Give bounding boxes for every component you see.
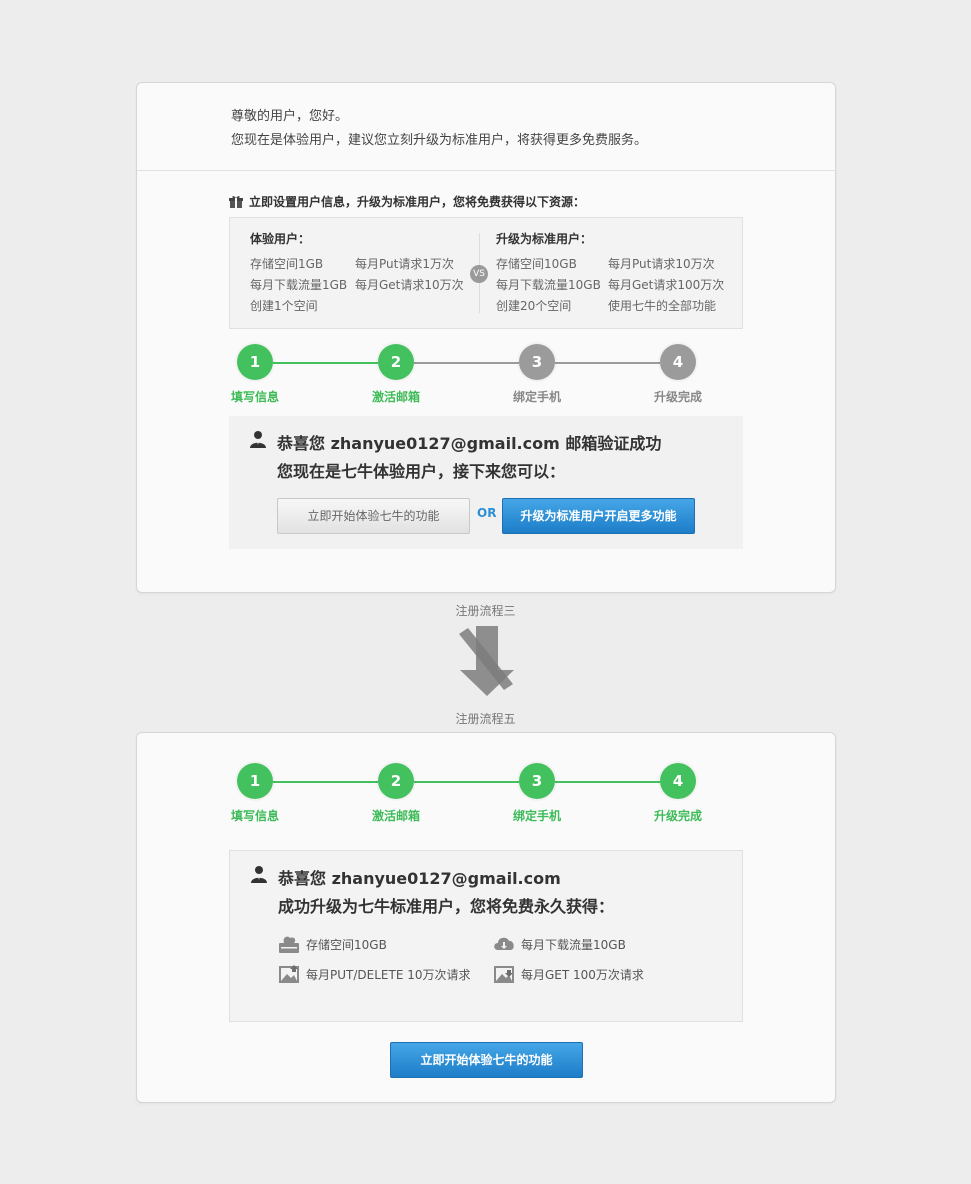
step-2-circle: 2 xyxy=(378,763,414,799)
cloud-download-icon xyxy=(494,937,514,950)
step-4-label: 升级完成 xyxy=(653,390,702,404)
step-3-label: 绑定手机 xyxy=(512,809,561,823)
user-icon xyxy=(251,866,267,883)
vs-badge: VS xyxy=(470,265,488,283)
or-label: OR xyxy=(477,506,497,520)
step-progress: 1 填写信息 2 激活邮箱 3 绑定手机 4 升级完成 xyxy=(231,344,737,404)
standard-item: 每月下载流量10GB xyxy=(496,278,601,292)
start-trial-button[interactable]: 立即开始体验七牛的功能 xyxy=(277,498,470,534)
benefit-text: 每月PUT/DELETE 10万次请求 xyxy=(306,967,471,982)
step-connector xyxy=(555,781,660,783)
storage-icon xyxy=(279,936,299,953)
promo-title-text: 立即设置用户信息，升级为标准用户，您将免费获得以下资源： xyxy=(249,195,586,209)
standard-plan-heading: 升级为标准用户： xyxy=(496,232,593,246)
upgrade-complete-card: 1 填写信息 2 激活邮箱 3 绑定手机 4 升级完成 恭喜您 zhanyue0127@gma… xyxy=(136,732,836,1103)
step-3-circle: 3 xyxy=(519,763,555,799)
benefit-item: 存储空间10GB xyxy=(278,933,387,955)
success-panel: 恭喜您 zhanyue0127@gmail.com 邮箱验证成功 您现在是七牛体… xyxy=(229,416,743,549)
step-4-circle: 4 xyxy=(660,763,696,799)
step-connector xyxy=(414,781,519,783)
step-1-label: 填写信息 xyxy=(230,390,279,404)
standard-item: 每月Get请求100万次 xyxy=(608,278,725,292)
greeting: 尊敬的用户，您好。 您现在是体验用户，建议您立刻升级为标准用户，将获得更多免费服… xyxy=(231,105,647,153)
step-2-label: 激活邮箱 xyxy=(371,390,420,404)
plan-comparison: 体验用户： 存储空间1GB 每月Put请求1万次 每月下载流量1GB 每月Get… xyxy=(229,217,743,329)
step-1-circle: 1 xyxy=(237,344,273,380)
benefit-item: 每月GET 100万次请求 xyxy=(493,963,644,985)
step-2-circle: 2 xyxy=(378,344,414,380)
down-arrow-icon xyxy=(459,626,514,696)
image-upload-icon xyxy=(279,965,299,983)
benefit-item: 每月下载流量10GB xyxy=(493,933,626,955)
standard-item: 创建20个空间 xyxy=(496,299,572,313)
next-step-message: 您现在是七牛体验用户，接下来您可以： xyxy=(277,462,566,481)
step-connector xyxy=(555,362,660,364)
trial-item: 创建1个空间 xyxy=(250,299,318,313)
standard-item: 每月Put请求10万次 xyxy=(608,257,715,271)
trial-item: 存储空间1GB xyxy=(250,257,324,271)
benefit-item: 每月PUT/DELETE 10万次请求 xyxy=(278,963,470,985)
image-download-icon xyxy=(494,966,514,983)
step-4-circle: 4 xyxy=(660,344,696,380)
greeting-line-1: 尊敬的用户，您好。 xyxy=(231,109,349,124)
greeting-line-2: 您现在是体验用户，建议您立刻升级为标准用户，将获得更多免费服务。 xyxy=(231,133,648,148)
promo-title: 立即设置用户信息，升级为标准用户，您将免费获得以下资源： xyxy=(229,193,585,210)
benefit-text: 存储空间10GB xyxy=(306,937,387,952)
standard-item: 使用七牛的全部功能 xyxy=(608,299,717,313)
benefit-text: 每月下载流量10GB xyxy=(521,937,626,952)
step-1-label: 填写信息 xyxy=(230,809,279,823)
divider xyxy=(137,170,835,171)
gift-icon xyxy=(229,195,243,208)
step-progress: 1 填写信息 2 激活邮箱 3 绑定手机 4 升级完成 xyxy=(231,763,737,823)
standard-item: 存储空间10GB xyxy=(496,257,577,271)
upgrade-success-panel: 恭喜您 zhanyue0127@gmail.com 成功升级为七牛标准用户，您将… xyxy=(229,850,743,1022)
step-connector xyxy=(414,362,519,364)
start-using-button[interactable]: 立即开始体验七牛的功能 xyxy=(390,1042,583,1078)
trial-plan: 体验用户： 存储空间1GB 每月Put请求1万次 每月下载流量1GB 每月Get… xyxy=(250,230,465,315)
trial-item: 每月下载流量1GB xyxy=(250,278,348,292)
success-message: 恭喜您 zhanyue0127@gmail.com 邮箱验证成功 xyxy=(277,434,662,453)
step-3-label: 绑定手机 xyxy=(512,390,561,404)
success-message: 恭喜您 zhanyue0127@gmail.com xyxy=(278,869,561,888)
step-3-circle: 3 xyxy=(519,344,555,380)
trial-plan-heading: 体验用户： xyxy=(250,232,311,246)
flow-label-to: 注册流程五 xyxy=(455,712,516,726)
trial-item: 每月Get请求10万次 xyxy=(355,278,464,292)
step-2-label: 激活邮箱 xyxy=(371,809,420,823)
standard-plan: 升级为标准用户： 存储空间10GB 每月Put请求10万次 每月下载流量10GB… xyxy=(496,230,728,315)
trial-item: 每月Put请求1万次 xyxy=(355,257,454,271)
benefit-text: 每月GET 100万次请求 xyxy=(521,967,644,982)
upgrade-card: 尊敬的用户，您好。 您现在是体验用户，建议您立刻升级为标准用户，将获得更多免费服… xyxy=(136,82,836,593)
step-4-label: 升级完成 xyxy=(653,809,702,823)
step-connector xyxy=(273,781,378,783)
step-connector xyxy=(273,362,378,364)
upgrade-button[interactable]: 升级为标准用户开启更多功能 xyxy=(502,498,695,534)
benefits-intro: 成功升级为七牛标准用户，您将免费永久获得： xyxy=(278,897,615,916)
step-1-circle: 1 xyxy=(237,763,273,799)
user-icon xyxy=(250,431,266,448)
flow-label-from: 注册流程三 xyxy=(455,604,516,618)
